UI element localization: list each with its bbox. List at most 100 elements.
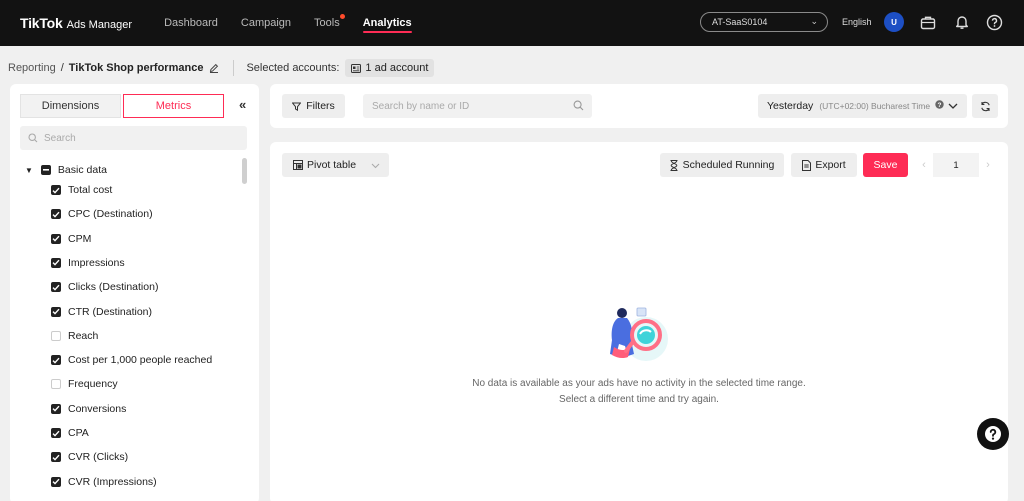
logo[interactable]: TikTok Ads Manager bbox=[20, 15, 132, 31]
page-number[interactable]: 1 bbox=[933, 153, 979, 177]
date-range-selector[interactable]: Yesterday (UTC+02:00) Bucharest Time ? bbox=[758, 94, 967, 118]
bell-icon[interactable] bbox=[952, 12, 972, 32]
metric-item[interactable]: Frequency bbox=[51, 376, 118, 392]
save-button[interactable]: Save bbox=[863, 153, 908, 177]
metric-label: CVR (Impressions) bbox=[68, 475, 157, 488]
tab-dimensions[interactable]: Dimensions bbox=[20, 94, 121, 118]
nav-links: Dashboard Campaign Tools Analytics bbox=[164, 0, 435, 46]
metric-checkbox[interactable] bbox=[51, 355, 61, 366]
top-nav: TikTok Ads Manager Dashboard Campaign To… bbox=[0, 0, 1024, 46]
nav-tools[interactable]: Tools bbox=[314, 0, 345, 46]
metric-item[interactable]: Conversions bbox=[51, 401, 126, 417]
brand-name: TikTok bbox=[20, 15, 63, 31]
account-card-icon bbox=[351, 63, 362, 73]
notification-dot bbox=[339, 14, 345, 19]
metric-checkbox[interactable] bbox=[51, 428, 61, 438]
metrics-search-input[interactable]: Search bbox=[20, 126, 247, 150]
briefcase-icon[interactable] bbox=[918, 12, 938, 32]
collapse-panel-button[interactable]: « bbox=[239, 97, 246, 112]
metric-checkbox[interactable] bbox=[51, 476, 61, 487]
svg-text:?: ? bbox=[938, 102, 942, 109]
group-basic-data[interactable]: ▼ Basic data bbox=[25, 162, 107, 178]
group-checkbox[interactable] bbox=[40, 165, 51, 175]
filters-label: Filters bbox=[306, 100, 335, 112]
metric-checkbox[interactable] bbox=[51, 403, 61, 414]
chevron-down-icon bbox=[371, 160, 380, 172]
table-icon bbox=[293, 160, 303, 170]
question-icon bbox=[985, 426, 1001, 442]
metric-label: CPA bbox=[68, 427, 89, 439]
timezone-label: (UTC+02:00) Bucharest Time bbox=[819, 101, 931, 111]
filter-bar: Filters Search by name or ID Yesterday (… bbox=[270, 84, 1008, 128]
empty-state-message: No data is available as your ads have no… bbox=[370, 376, 908, 408]
search-placeholder: Search bbox=[44, 132, 76, 144]
breadcrumb: Reporting / TikTok Shop performance Sele… bbox=[8, 58, 435, 78]
scrollbar-thumb[interactable] bbox=[242, 158, 247, 184]
page-title: TikTok Shop performance bbox=[68, 62, 204, 74]
name-search-input[interactable]: Search by name or ID bbox=[363, 94, 592, 118]
filters-button[interactable]: Filters bbox=[282, 94, 345, 118]
metric-checkbox[interactable] bbox=[51, 330, 61, 341]
date-range-value: Yesterday bbox=[767, 100, 814, 112]
tab-metrics[interactable]: Metrics bbox=[123, 94, 224, 118]
account-id: AT-SaaS0104 bbox=[712, 17, 768, 27]
metric-label: CPC (Destination) bbox=[68, 208, 153, 221]
language-selector[interactable]: English bbox=[842, 17, 872, 27]
empty-state-illustration bbox=[608, 305, 670, 368]
metric-checkbox[interactable] bbox=[51, 209, 61, 220]
metric-item[interactable]: Impressions bbox=[51, 255, 125, 271]
nav-campaign[interactable]: Campaign bbox=[241, 0, 291, 46]
avatar[interactable]: U bbox=[884, 12, 904, 32]
group-label: Basic data bbox=[57, 164, 107, 176]
account-selector[interactable]: AT-SaaS0104 ⌄ bbox=[700, 12, 828, 32]
question-icon[interactable]: ? bbox=[935, 100, 944, 112]
document-icon bbox=[802, 159, 812, 171]
metric-item[interactable]: Clicks (Destination) bbox=[51, 279, 158, 295]
metric-checkbox[interactable] bbox=[51, 185, 61, 195]
metric-checkbox[interactable] bbox=[51, 257, 61, 268]
metric-label: CTR (Destination) bbox=[68, 305, 153, 318]
prev-page-icon[interactable]: ‹ bbox=[915, 153, 933, 177]
search-icon bbox=[28, 133, 38, 143]
export-button[interactable]: Export bbox=[791, 153, 857, 177]
selected-accounts-badge[interactable]: 1 ad account bbox=[345, 59, 435, 77]
metric-label: Reach bbox=[68, 329, 99, 342]
nav-dashboard[interactable]: Dashboard bbox=[164, 0, 218, 46]
panel-tabs: Dimensions Metrics bbox=[20, 94, 226, 118]
chevron-down-icon: ⌄ bbox=[810, 16, 818, 26]
report-panel: Pivot table Scheduled Running Export Sav… bbox=[270, 142, 1008, 501]
metric-item[interactable]: Cost per 1,000 people reached bbox=[51, 352, 212, 368]
export-label: Export bbox=[815, 159, 846, 171]
metric-item[interactable]: CVR (Clicks) bbox=[51, 449, 128, 465]
empty-state-line-1: No data is available as your ads have no… bbox=[472, 378, 806, 389]
scheduled-running-label: Scheduled Running bbox=[682, 159, 775, 171]
caret-down-icon[interactable]: ▼ bbox=[25, 166, 33, 175]
refresh-button[interactable] bbox=[972, 94, 998, 118]
metrics-panel: Dimensions Metrics « Search ▼ Basic data… bbox=[10, 84, 259, 501]
filter-icon bbox=[292, 102, 302, 111]
metric-item[interactable]: CPA bbox=[51, 425, 89, 441]
metric-item[interactable]: CVR (Impressions) bbox=[51, 474, 157, 490]
metric-item[interactable]: Reach bbox=[51, 328, 98, 344]
metric-item[interactable]: CTR (Destination) bbox=[51, 304, 152, 320]
breadcrumb-reporting[interactable]: Reporting bbox=[8, 62, 56, 74]
pivot-table-dropdown[interactable]: Pivot table bbox=[282, 153, 389, 177]
metric-checkbox[interactable] bbox=[51, 379, 61, 390]
metric-label: Conversions bbox=[68, 402, 127, 415]
scheduled-running-button[interactable]: Scheduled Running bbox=[660, 153, 784, 177]
help-fab-button[interactable] bbox=[977, 418, 1009, 450]
metric-checkbox[interactable] bbox=[51, 233, 61, 244]
metric-item[interactable]: Total cost bbox=[51, 182, 112, 198]
hourglass-icon bbox=[670, 159, 678, 171]
edit-icon[interactable] bbox=[209, 63, 219, 73]
metric-item[interactable]: CPM bbox=[51, 231, 91, 247]
next-page-icon[interactable]: › bbox=[979, 153, 997, 177]
metric-checkbox[interactable] bbox=[51, 282, 61, 293]
help-circle-icon[interactable] bbox=[984, 12, 1004, 32]
metric-checkbox[interactable] bbox=[51, 306, 61, 317]
nav-analytics[interactable]: Analytics bbox=[362, 0, 412, 46]
brand-suffix: Ads Manager bbox=[66, 19, 133, 31]
metric-checkbox[interactable] bbox=[51, 452, 61, 463]
metric-item[interactable]: CPC (Destination) bbox=[51, 206, 153, 222]
metric-label: CPM bbox=[68, 232, 92, 245]
